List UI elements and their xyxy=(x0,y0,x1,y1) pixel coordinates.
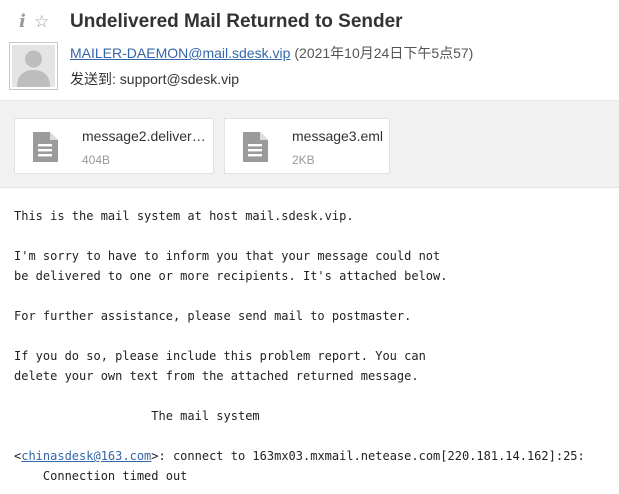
info-icon[interactable]: i xyxy=(19,12,26,32)
attachment-name: message2.deliver… xyxy=(82,128,206,144)
error-detail-line: Connection timed out xyxy=(14,469,188,483)
avatar-icon xyxy=(12,45,55,87)
recipient-line: 发送到: support@sdesk.vip xyxy=(70,70,239,88)
sender-line: MAILER-DAEMON@mail.sdesk.vip (2021年10月24日… xyxy=(70,44,473,62)
attachment-card[interactable]: message2.deliver… 404B xyxy=(14,118,214,174)
attachment-bar: message2.deliver… 404B message3.eml 2KB xyxy=(0,100,619,188)
message-subject: Undelivered Mail Returned to Sender xyxy=(70,11,403,32)
body-line: delete your own text from the attached r… xyxy=(14,369,419,383)
attachment-size: 2KB xyxy=(292,153,315,167)
message-body: This is the mail system at host mail.sde… xyxy=(14,206,614,486)
star-icon[interactable]: ☆ xyxy=(34,12,49,32)
sender-avatar xyxy=(9,42,58,90)
attachment-size: 404B xyxy=(82,153,111,167)
body-line: be delivered to one or more recipients. … xyxy=(14,269,448,283)
attachment-name: message3.eml xyxy=(292,128,384,144)
recipient-error-line: <chinasdesk@163.com>: connect to 163mx03… xyxy=(14,446,614,466)
signature-line: The mail system xyxy=(14,409,260,423)
to-label: 发送到: xyxy=(70,71,120,87)
document-icon xyxy=(243,132,268,162)
attachment-card[interactable]: message3.eml 2KB xyxy=(224,118,390,174)
sender-address-link[interactable]: MAILER-DAEMON@mail.sdesk.vip xyxy=(70,45,290,61)
body-line: If you do so, please include this proble… xyxy=(14,349,426,363)
document-icon xyxy=(33,132,58,162)
body-line: This is the mail system at host mail.sde… xyxy=(14,209,354,223)
body-line: For further assistance, please send mail… xyxy=(14,309,412,323)
body-line: I'm sorry to have to inform you that you… xyxy=(14,249,441,263)
recipient-rest: >: connect to 163mx03.mxmail.netease.com… xyxy=(151,449,585,463)
sent-date: (2021年10月24日下午5点57) xyxy=(294,45,474,61)
to-address: support@sdesk.vip xyxy=(119,71,240,87)
message-header: i ☆ Undelivered Mail Returned to Sender … xyxy=(0,0,619,100)
recipient-email-link[interactable]: chinasdesk@163.com xyxy=(21,449,151,463)
